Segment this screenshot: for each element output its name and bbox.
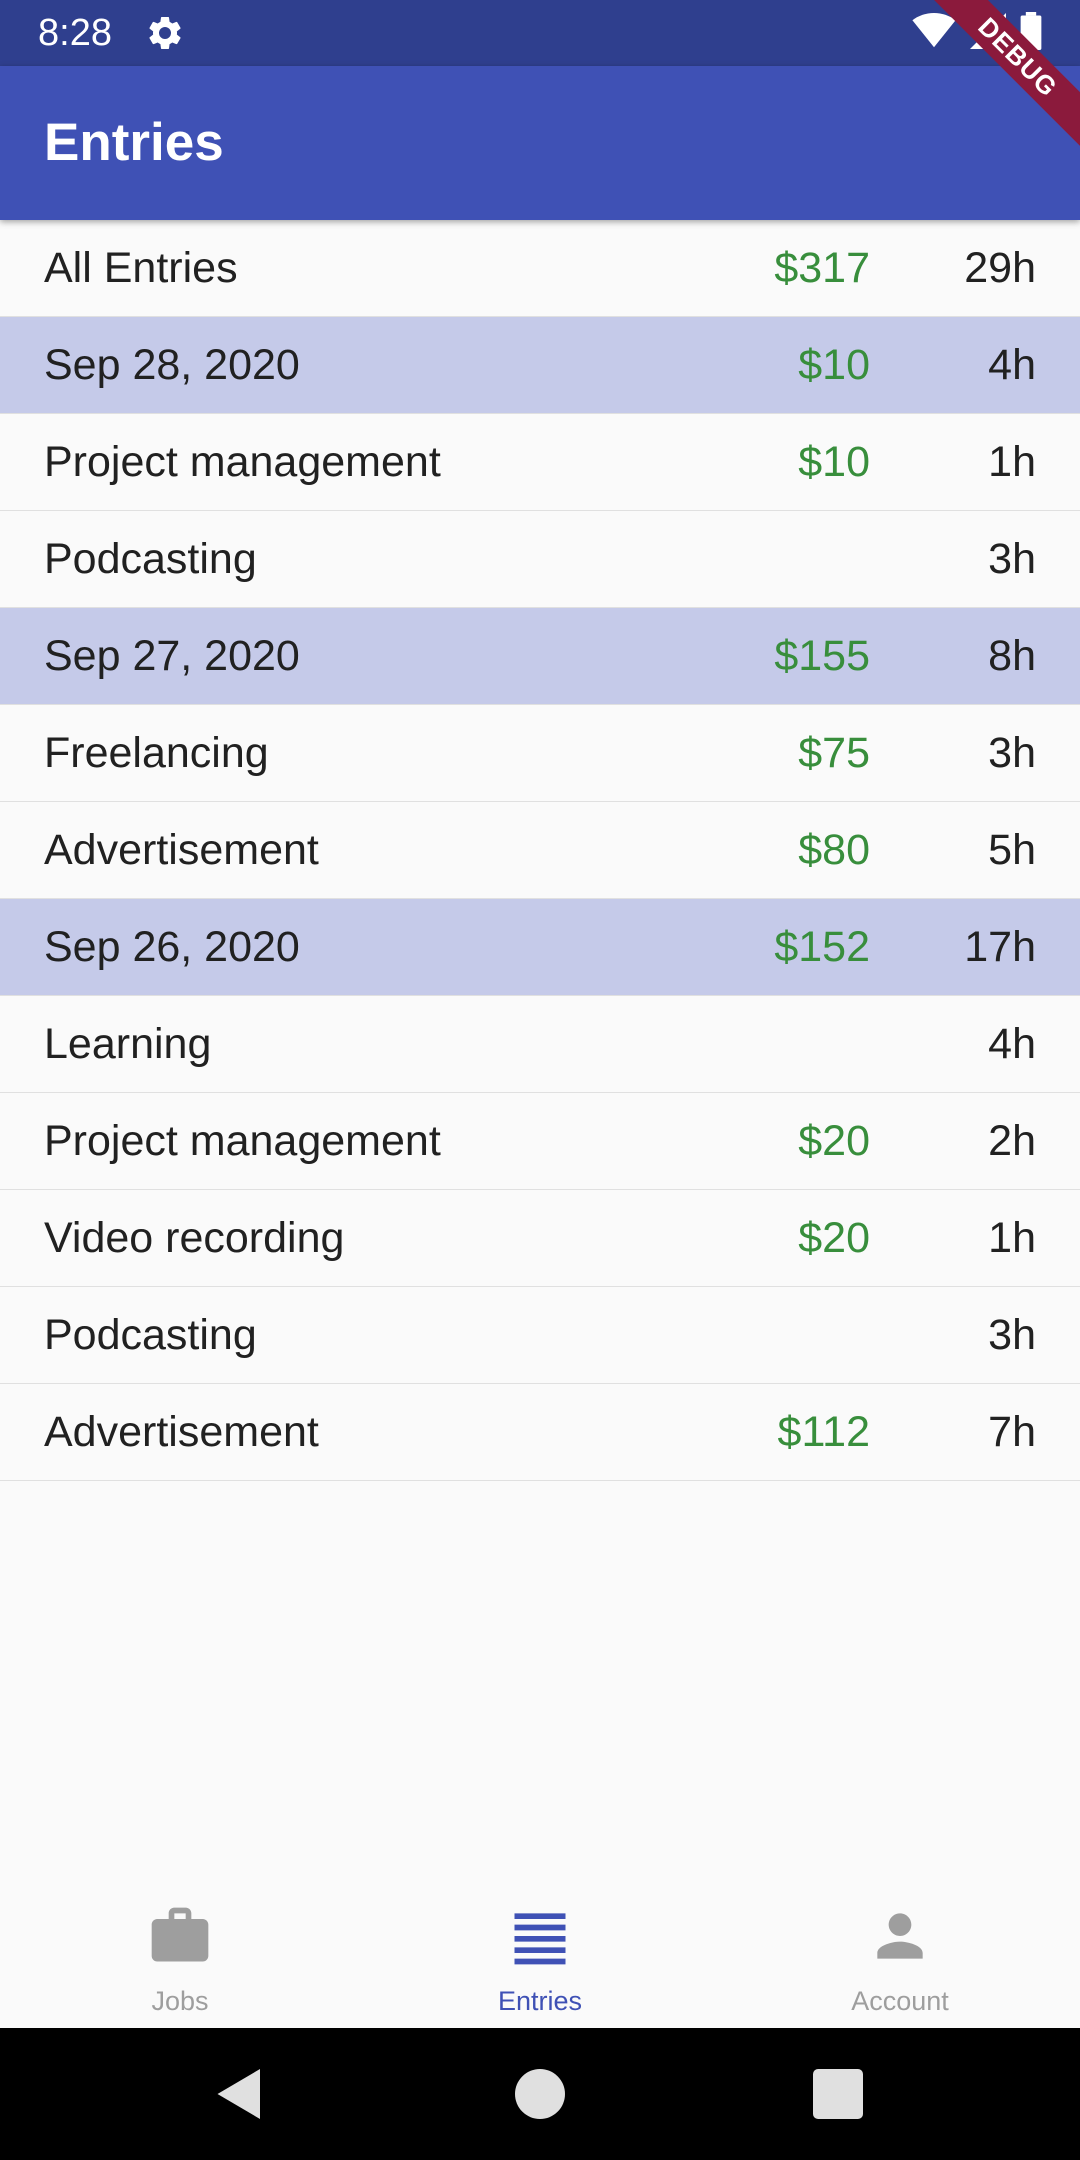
entry-hours: 7h <box>988 1408 1036 1456</box>
job-entry-row[interactable]: Project management $20 2h <box>0 1093 1080 1190</box>
entry-label: Freelancing <box>44 729 269 777</box>
entry-date: Sep 28, 2020 <box>44 341 300 389</box>
entry-hours: 17h <box>964 923 1036 971</box>
briefcase-icon <box>151 1907 209 1962</box>
overview-icon[interactable] <box>808 2064 868 2124</box>
entry-label: Video recording <box>44 1214 345 1262</box>
entry-amount: $20 <box>798 1214 870 1262</box>
entry-amount: $112 <box>777 1408 870 1456</box>
job-entry-row[interactable]: Project management $10 1h <box>0 414 1080 511</box>
system-navigation-bar <box>0 2028 1080 2160</box>
entry-amount: $75 <box>798 729 870 777</box>
back-icon[interactable] <box>210 2064 270 2124</box>
nav-jobs[interactable]: Jobs <box>0 1890 360 2028</box>
entry-label: Podcasting <box>44 1311 257 1359</box>
job-entry-row[interactable]: Advertisement $112 7h <box>0 1384 1080 1481</box>
entry-hours: 8h <box>988 632 1036 680</box>
entry-hours: 4h <box>988 1020 1036 1068</box>
entry-hours: 2h <box>988 1117 1036 1165</box>
date-row[interactable]: Sep 26, 2020 $152 17h <box>0 899 1080 996</box>
nav-entries[interactable]: Entries <box>360 1890 720 2028</box>
debug-banner-label: DEBUG <box>920 0 1080 156</box>
bottom-navigation: Jobs Entries Account <box>0 1890 1080 2028</box>
list-icon <box>514 1913 566 1965</box>
page-title: Entries <box>44 113 224 172</box>
debug-banner: DEBUG <box>920 0 1080 160</box>
entry-hours: 3h <box>988 1311 1036 1359</box>
gear-icon <box>149 16 181 49</box>
date-row[interactable]: Sep 27, 2020 $155 8h <box>0 608 1080 705</box>
entry-amount: $155 <box>774 632 870 680</box>
entries-list: All Entries $317 29h Sep 28, 2020 $10 4h… <box>0 220 1080 1481</box>
nav-entries-label: Entries <box>497 1986 583 2016</box>
entry-label: Project management <box>44 438 441 486</box>
nav-account-label: Account <box>851 1986 949 2016</box>
person-icon <box>877 1913 923 1959</box>
entry-label: Project management <box>44 1117 441 1165</box>
entry-label: Advertisement <box>44 1408 319 1456</box>
entry-amount: $10 <box>798 341 870 389</box>
job-entry-row[interactable]: Learning 4h <box>0 996 1080 1093</box>
app-bar: Entries <box>0 66 1080 220</box>
entry-label: Advertisement <box>44 826 319 874</box>
job-entry-row[interactable]: Video recording $20 1h <box>0 1190 1080 1287</box>
nav-account[interactable]: Account <box>720 1890 1080 2028</box>
entry-date: Sep 26, 2020 <box>44 923 300 971</box>
entry-amount: $10 <box>798 438 870 486</box>
job-entry-row[interactable]: Advertisement $80 5h <box>0 802 1080 899</box>
nav-jobs-label: Jobs <box>151 1986 209 2016</box>
entry-amount: $20 <box>798 1117 870 1165</box>
entry-hours: 3h <box>988 729 1036 777</box>
entry-hours: 1h <box>988 1214 1036 1262</box>
entry-label: Learning <box>44 1020 212 1068</box>
date-row[interactable]: Sep 28, 2020 $10 4h <box>0 317 1080 414</box>
entry-row-all[interactable]: All Entries $317 29h <box>0 220 1080 317</box>
entry-hours: 4h <box>988 341 1036 389</box>
entry-hours: 3h <box>988 535 1036 583</box>
entry-hours: 5h <box>988 826 1036 874</box>
entry-amount: $80 <box>798 826 870 874</box>
job-entry-row[interactable]: Podcasting 3h <box>0 511 1080 608</box>
home-icon[interactable] <box>510 2064 570 2124</box>
status-time: 8:28 <box>38 12 112 54</box>
entry-date: Sep 27, 2020 <box>44 632 300 680</box>
entry-label: All Entries <box>44 244 238 292</box>
status-bar: 8:28 <box>0 0 1080 66</box>
entry-hours: 29h <box>964 244 1036 292</box>
entry-amount: $317 <box>774 244 870 292</box>
job-entry-row[interactable]: Freelancing $75 3h <box>0 705 1080 802</box>
entry-hours: 1h <box>988 438 1036 486</box>
entry-amount: $152 <box>774 923 870 971</box>
job-entry-row[interactable]: Podcasting 3h <box>0 1287 1080 1384</box>
entry-label: Podcasting <box>44 535 257 583</box>
